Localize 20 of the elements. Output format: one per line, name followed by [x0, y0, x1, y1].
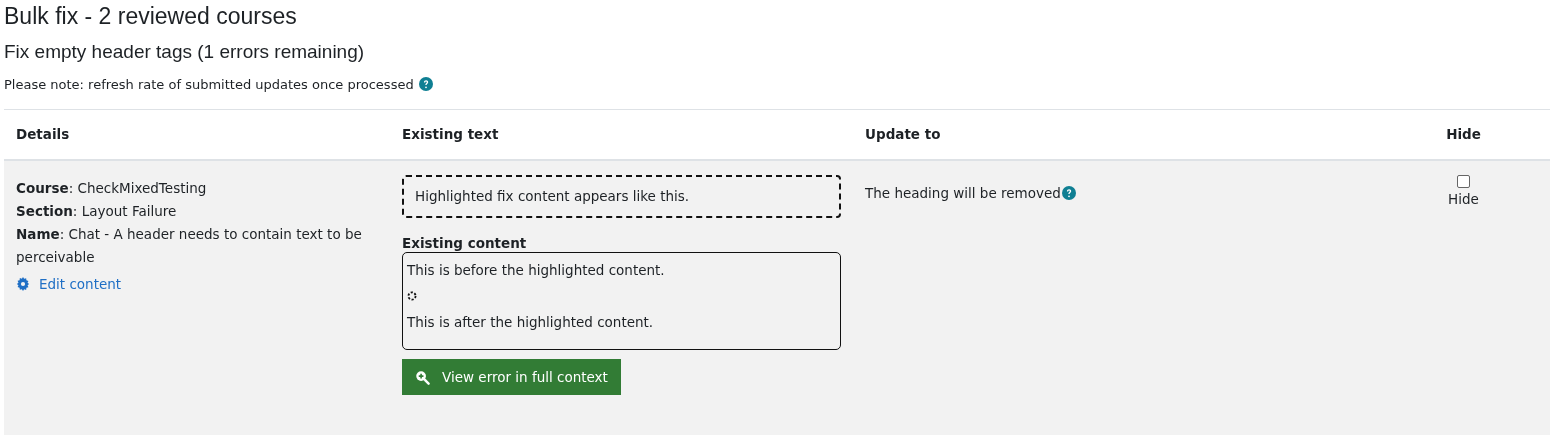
update-text: The heading will be removed [865, 185, 1061, 201]
detail-line: Course: CheckMixedTesting [16, 179, 208, 198]
view-error-button[interactable]: View error in full context [402, 359, 621, 395]
content-text: This is after the highlighted content. [407, 313, 654, 331]
page-subtitle: Fix empty header tags (1 errors remaining) [4, 40, 366, 64]
zoom-in-icon [415, 369, 430, 385]
highlight-sample: Highlighted fix content appears like this. [402, 175, 841, 218]
help-icon[interactable] [1061, 186, 1076, 200]
gear-icon [16, 277, 30, 291]
edit-content-link[interactable]: Edit content [16, 276, 122, 292]
dashed-circle-icon [407, 291, 417, 301]
detail-line: Name: Chat - A header needs to contain text to be perceivable [16, 225, 363, 267]
help-icon[interactable] [418, 77, 433, 91]
hide-checkbox[interactable] [1457, 175, 1470, 188]
page-title: Bulk fix - 2 reviewed courses [4, 2, 298, 30]
existing-content-label: Existing content [402, 235, 528, 252]
content-text: This is before the highlighted content. [407, 261, 665, 279]
hide-label: Hide [1448, 191, 1479, 207]
detail-line: Section: Layout Failure [16, 202, 178, 221]
note-text: Please note: refresh rate of submitted updates once processed [4, 76, 414, 92]
